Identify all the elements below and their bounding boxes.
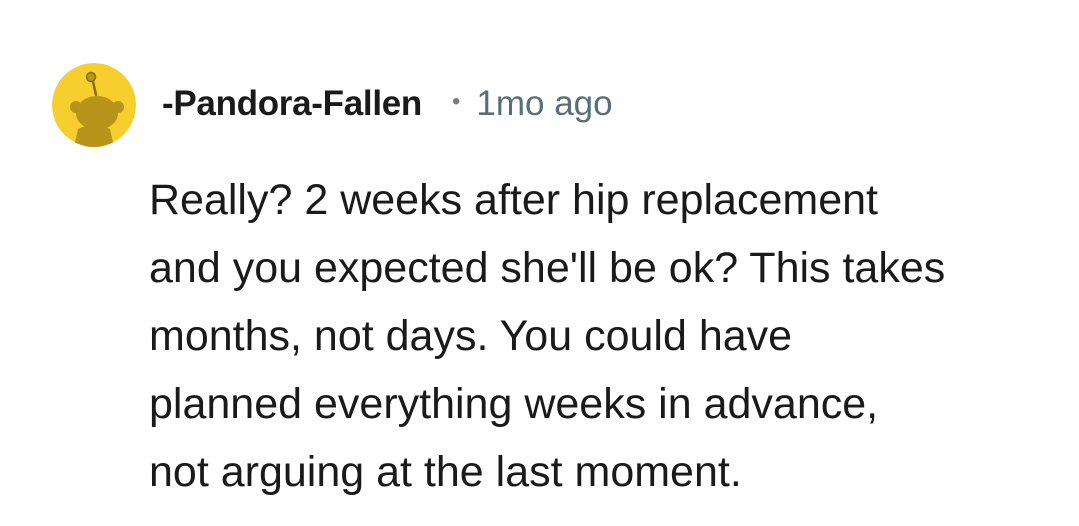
comment-meta: -Pandora-Fallen • 1mo ago — [162, 82, 613, 126]
comment-line: and you expected she'll be ok? This take… — [149, 244, 946, 292]
comment-body: Really? 2 weeks after hip replacement an… — [149, 166, 1049, 506]
comment-line: Really? 2 weeks after hip replacement — [149, 176, 878, 224]
user-avatar[interactable] — [52, 63, 136, 147]
meta-separator: • — [451, 88, 461, 115]
comment-card: -Pandora-Fallen • 1mo ago Really? 2 week… — [0, 0, 1079, 526]
username-link[interactable]: -Pandora-Fallen — [162, 84, 422, 124]
snoo-avatar-icon — [52, 63, 136, 147]
comment-line: planned everything weeks in advance, — [149, 380, 879, 428]
comment-line: months, not days. You could have — [149, 312, 793, 360]
comment-line: not arguing at the last moment. — [149, 448, 742, 496]
comment-timestamp[interactable]: 1mo ago — [476, 84, 612, 124]
